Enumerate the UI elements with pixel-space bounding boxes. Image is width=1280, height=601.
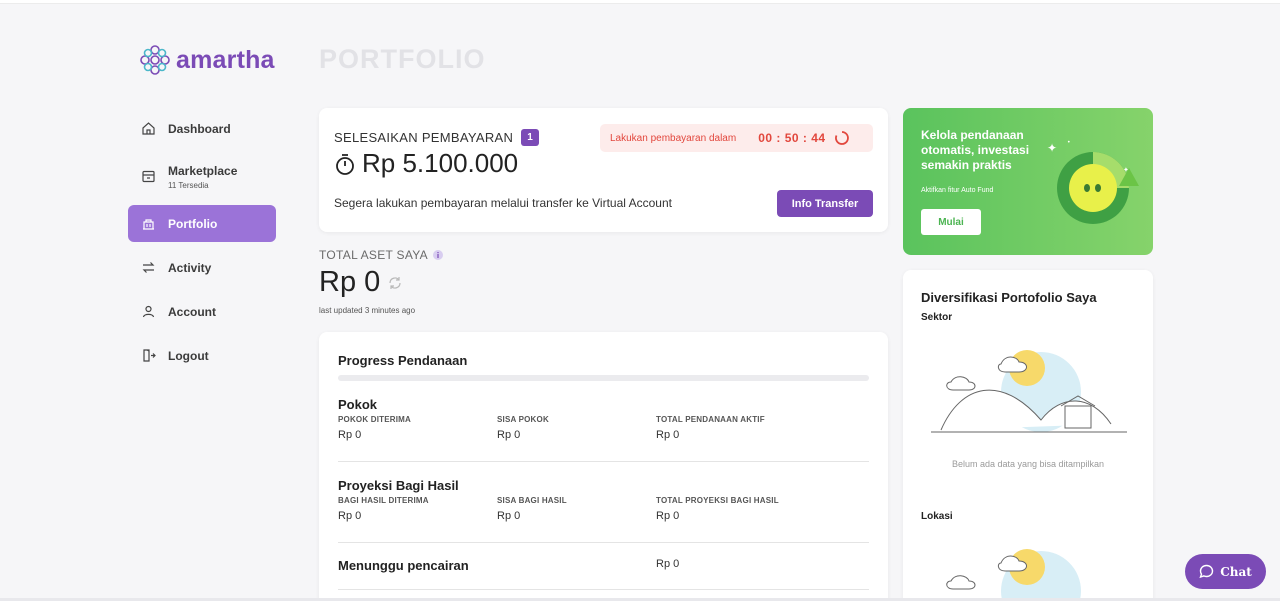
stat-label: TOTAL PROYEKSI BAGI HASIL	[656, 496, 779, 505]
sidebar-item-dashboard[interactable]: Dashboard	[128, 110, 276, 147]
home-icon	[140, 121, 156, 137]
section-title: Proyeksi Bagi Hasil	[338, 478, 459, 493]
sidebar-item-label: Logout	[168, 348, 209, 363]
stat-sisa-bagi-hasil: SISA BAGI HASIL Rp 0	[497, 496, 656, 522]
progress-card: Progress Pendanaan Pokok POKOK DITERIMA …	[319, 332, 888, 601]
stat-label: TOTAL PENDANAAN AKTIF	[656, 415, 765, 424]
total-asset-amount: Rp 0	[319, 266, 381, 298]
stat-pokok-diterima: POKOK DITERIMA Rp 0	[338, 415, 497, 441]
brand-name: amartha	[176, 45, 275, 74]
stopwatch-icon	[336, 153, 354, 175]
stat-value: Rp 0	[656, 429, 680, 441]
svg-text:✦: ✦	[1047, 141, 1057, 155]
stat-value: Rp 0	[656, 510, 680, 522]
chat-bubble-icon	[1199, 564, 1214, 579]
info-icon[interactable]	[432, 250, 443, 260]
refresh-icon[interactable]	[388, 276, 402, 290]
payment-timer: Lakukan pembayaran dalam 00 : 50 : 44	[600, 124, 873, 152]
divider	[338, 589, 869, 590]
stat-value: Rp 0	[338, 510, 362, 522]
stat-label: SISA POKOK	[497, 415, 549, 424]
progress-title: Progress Pendanaan	[338, 353, 468, 368]
total-asset-label-text: TOTAL ASET SAYA	[319, 248, 428, 262]
sidebar-item-marketplace[interactable]: Marketplace 11 Tersedia	[128, 154, 276, 198]
page-title: PORTFOLIO	[319, 44, 486, 74]
total-asset-label: TOTAL ASET SAYA	[319, 248, 443, 262]
sidebar-item-label: Account	[168, 304, 216, 319]
refresh-spinner-icon	[834, 131, 849, 145]
stat-value: Rp 0	[497, 429, 521, 441]
sidebar-item-label: Dashboard	[168, 121, 231, 136]
pokok-section: Pokok POKOK DITERIMA Rp 0 SISA POKOK Rp …	[338, 397, 869, 441]
sidebar-item-activity[interactable]: Activity	[128, 249, 276, 286]
empty-state-illustration-icon	[931, 350, 1127, 433]
swap-icon	[140, 260, 156, 276]
timer-label: Lakukan pembayaran dalam	[610, 132, 737, 144]
marketplace-count: 11 Tersedia	[168, 181, 209, 190]
sidebar-item-label: Portfolio	[168, 216, 218, 231]
last-updated-text: last updated 3 minutes ago	[319, 306, 416, 315]
empty-state-illustration-icon	[946, 549, 1081, 599]
sidebar-nav: Dashboard Marketplace 11 Tersedia Portfo…	[128, 110, 276, 381]
promo-text: Kelola pendanaan otomatis, investasi sem…	[921, 128, 1030, 172]
divider	[338, 461, 869, 462]
auto-fund-mascot-icon: ✦ • ✦	[1047, 139, 1139, 224]
payment-amount-value: Rp 5.100.000	[362, 148, 519, 178]
payment-count-badge: 1	[521, 129, 540, 146]
location-label: Lokasi	[921, 511, 953, 522]
divider	[338, 542, 869, 543]
user-icon	[140, 304, 156, 320]
promo-subtext: Aktifkan fitur Auto Fund	[921, 187, 994, 194]
stat-label: POKOK DITERIMA	[338, 415, 412, 424]
brand-logo[interactable]: amartha	[138, 43, 275, 77]
info-transfer-button[interactable]: Info Transfer	[777, 190, 873, 217]
empty-state-text: Belum ada data yang bisa ditampilkan	[951, 459, 1105, 469]
waiting-disbursement-value: Rp 0	[656, 558, 680, 570]
sidebar-item-logout[interactable]: Logout	[128, 337, 276, 374]
payment-card: SELESAIKAN PEMBAYARAN 1 Rp 5.100.000 Lak…	[319, 108, 888, 232]
top-border	[0, 0, 1280, 4]
svg-text:•: •	[1067, 139, 1071, 146]
payment-amount: Rp 5.100.000	[334, 148, 518, 179]
waiting-disbursement-label: Menunggu pencairan	[338, 558, 469, 573]
stat-label: BAGI HASIL DITERIMA	[338, 496, 429, 505]
sidebar-item-label: Activity	[168, 260, 212, 275]
total-asset-value: Rp 0	[319, 266, 402, 299]
sector-label: Sektor	[921, 312, 953, 323]
chat-label: Chat	[1220, 564, 1252, 579]
payment-note: Segera lakukan pembayaran melalui transf…	[334, 196, 672, 210]
section-title: Pokok	[338, 397, 378, 412]
payment-title: SELESAIKAN PEMBAYARAN 1	[334, 129, 540, 146]
stat-sisa-pokok: SISA POKOK Rp 0	[497, 415, 656, 441]
diversification-title: Diversifikasi Portofolio Saya	[921, 290, 1097, 305]
payment-title-text: SELESAIKAN PEMBAYARAN	[334, 130, 514, 145]
stat-label: SISA BAGI HASIL	[497, 496, 567, 505]
store-icon	[140, 168, 156, 184]
sidebar-item-label: Marketplace	[168, 164, 238, 178]
sidebar-item-account[interactable]: Account	[128, 293, 276, 330]
stat-value: Rp 0	[497, 510, 521, 522]
chat-button[interactable]: Chat	[1185, 554, 1266, 589]
timer-value: 00 : 50 : 44	[758, 131, 826, 145]
sidebar-item-portfolio[interactable]: Portfolio	[128, 205, 276, 242]
auto-fund-promo-banner[interactable]: Kelola pendanaan otomatis, investasi sem…	[903, 108, 1153, 255]
diversification-card: Diversifikasi Portofolio Saya Sektor Bel…	[903, 270, 1153, 601]
bagi-hasil-section: Proyeksi Bagi Hasil BAGI HASIL DITERIMA …	[338, 478, 869, 522]
stat-bagi-hasil-diterima: BAGI HASIL DITERIMA Rp 0	[338, 496, 497, 522]
progress-bar	[338, 375, 869, 381]
logout-icon	[140, 348, 156, 364]
stat-value: Rp 0	[338, 429, 362, 441]
stat-total-proyeksi-bagi-hasil: TOTAL PROYEKSI BAGI HASIL Rp 0	[656, 496, 856, 522]
amartha-logo-icon	[140, 45, 170, 75]
portfolio-icon	[140, 216, 156, 232]
stat-total-pendanaan-aktif: TOTAL PENDANAAN AKTIF Rp 0	[656, 415, 856, 441]
start-auto-fund-button[interactable]: Mulai	[921, 209, 981, 235]
